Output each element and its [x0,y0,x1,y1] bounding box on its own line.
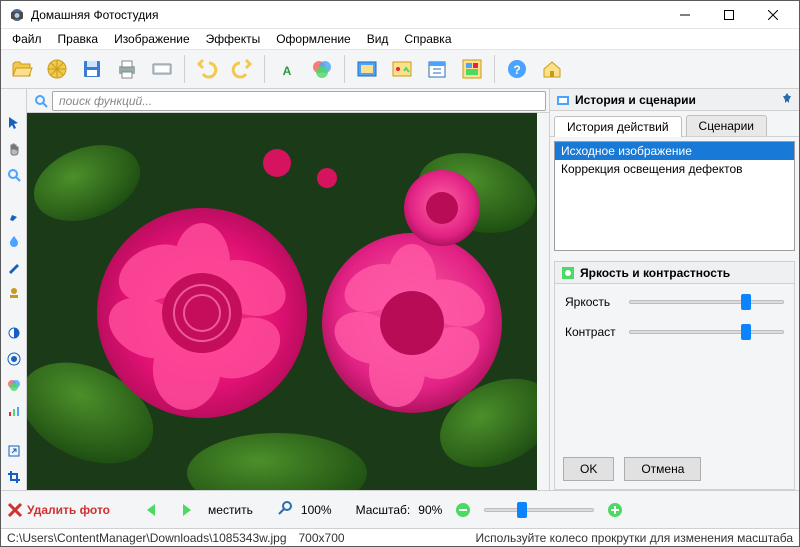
minimize-button[interactable] [663,1,707,29]
toolbar-catalog[interactable] [40,52,74,86]
menu-file[interactable]: Файл [5,30,49,48]
history-panel-header: История и сценарии [550,89,799,111]
toolbar-collage[interactable] [455,52,489,86]
close-button[interactable] [751,1,795,29]
cancel-button[interactable]: Отмена [624,457,701,481]
tool-brightness[interactable] [4,323,24,343]
delete-photo-button[interactable]: Удалить фото [7,502,110,518]
zoom-label: Масштаб: [356,503,411,517]
toolbar-sep-3 [344,55,345,83]
history-list[interactable]: Исходное изображение Коррекция освещения… [554,141,795,251]
status-dims: 700x700 [299,531,345,545]
toolbar-open[interactable] [5,52,39,86]
bottom-bar: Удалить фото местить 100% Масштаб: 90% [1,490,799,528]
ok-button[interactable]: OK [563,457,614,481]
app-icon [9,7,25,23]
tool-pointer[interactable] [4,113,24,133]
toolbar-sep-1 [184,55,185,83]
toolbar-redo[interactable] [225,52,259,86]
tool-contrast[interactable] [4,349,24,369]
menu-decoration[interactable]: Оформление [269,30,357,48]
search-input[interactable] [52,91,546,111]
search-icon [30,91,52,111]
left-toolbox [1,89,27,490]
image-canvas[interactable] [27,113,549,490]
menu-effects[interactable]: Эффекты [199,30,268,48]
brightness-contrast-panel: Яркость и контрастность Яркость Контраст… [554,261,795,490]
tool-drop[interactable] [4,231,24,251]
toolbar-card[interactable] [385,52,419,86]
zoom-in-button[interactable] [602,498,628,522]
status-bar: C:\Users\ContentManager\Downloads\108534… [1,528,799,546]
pin-icon[interactable] [781,92,793,107]
bc-panel-header: Яркость и контрастность [555,262,794,284]
tool-levels[interactable] [4,401,24,421]
toolbar-sep-4 [494,55,495,83]
status-hint: Используйте колесо прокрутки для изменен… [475,531,793,545]
prev-image-button[interactable] [140,498,166,522]
toolbar-home[interactable] [535,52,569,86]
bc-panel-title: Яркость и контрастность [580,266,730,280]
tool-resize[interactable] [4,441,24,461]
tool-color[interactable] [4,375,24,395]
toolbar-effects[interactable] [305,52,339,86]
history-tabs: История действий Сценарии [550,113,799,137]
tool-crop[interactable] [4,467,24,487]
maximize-button[interactable] [707,1,751,29]
toolbar-undo[interactable] [190,52,224,86]
next-image-button[interactable] [174,498,200,522]
menu-help[interactable]: Справка [397,30,458,48]
tab-scenarios[interactable]: Сценарии [686,115,767,136]
tool-hand[interactable] [4,139,24,159]
menu-bar: Файл Правка Изображение Эффекты Оформлен… [1,29,799,49]
tool-stamp[interactable] [4,283,24,303]
brightness-label: Яркость [565,295,621,309]
zoom-slider[interactable] [484,502,594,518]
tool-brush[interactable] [4,205,24,225]
window-title: Домашняя Фотостудия [31,8,663,22]
zoom-100-icon[interactable] [277,500,293,519]
brightness-slider[interactable] [629,294,784,310]
zoom-out-button[interactable] [450,498,476,522]
toolbar-help[interactable]: ? [500,52,534,86]
fit-action[interactable]: местить [208,503,253,517]
search-bar [27,89,549,113]
contrast-slider[interactable] [629,324,784,340]
svg-text:?: ? [513,63,520,77]
toolbar-save[interactable] [75,52,109,86]
toolbar-calendar[interactable] [420,52,454,86]
toolbar-scan[interactable] [145,52,179,86]
zoom-value: 90% [418,503,442,517]
delete-photo-label: Удалить фото [27,503,110,517]
toolbar-text[interactable]: A [270,52,304,86]
menu-edit[interactable]: Правка [51,30,106,48]
zoom-100-label[interactable]: 100% [301,503,332,517]
tab-history[interactable]: История действий [554,116,682,137]
svg-text:A: A [283,64,292,78]
title-bar: Домашняя Фотостудия [1,1,799,29]
menu-image[interactable]: Изображение [107,30,197,48]
history-item[interactable]: Коррекция освещения дефектов [555,160,794,178]
toolbar-sep-2 [264,55,265,83]
contrast-label: Контраст [565,325,621,339]
right-panel: История и сценарии История действий Сцен… [549,89,799,490]
menu-view[interactable]: Вид [360,30,396,48]
tool-pencil[interactable] [4,257,24,277]
status-path: C:\Users\ContentManager\Downloads\108534… [7,531,287,545]
toolbar-print[interactable] [110,52,144,86]
toolbar-frame[interactable] [350,52,384,86]
tool-zoom[interactable] [4,165,24,185]
history-panel-title: История и сценарии [575,93,696,107]
main-toolbar: A ? [1,49,799,89]
history-item[interactable]: Исходное изображение [555,142,794,160]
